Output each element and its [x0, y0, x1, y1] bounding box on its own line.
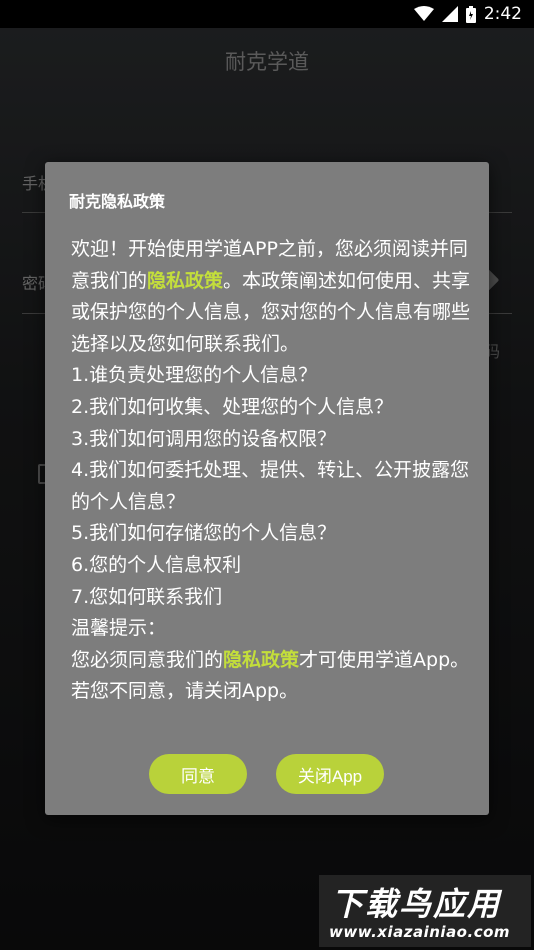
- dialog-title: 耐克隐私政策: [69, 192, 166, 211]
- intro-paragraph: 欢迎！开始使用学道APP之前，您必须阅读并同意我们的隐私政策。本政策阐述如何使用…: [71, 234, 471, 360]
- tip-label: 温馨提示：: [71, 617, 167, 640]
- list-item: 1.谁负责处理您的个人信息？: [71, 364, 318, 387]
- privacy-policy-link[interactable]: 隐私政策: [147, 270, 223, 292]
- signal-icon: [441, 6, 458, 22]
- privacy-dialog: 耐克隐私政策 欢迎！开始使用学道APP之前，您必须阅读并同意我们的隐私政策。本政…: [45, 162, 489, 815]
- tip-paragraph: 您必须同意我们的隐私政策才可使用学道App。若您不同意，请关闭App。: [71, 645, 471, 708]
- list-item: 5.我们如何存储您的个人信息？: [71, 522, 337, 545]
- list-item: 2.我们如何收集、处理您的个人信息？: [71, 395, 394, 418]
- status-time: 2:42: [483, 4, 522, 24]
- close-app-button[interactable]: 关闭App: [276, 754, 384, 794]
- agree-button[interactable]: 同意: [149, 754, 247, 794]
- list-item: 7.您如何联系我们: [71, 585, 223, 608]
- watermark-title: 下载鸟应用: [331, 885, 502, 923]
- watermark-url: www.xiazainiao.com: [329, 923, 511, 941]
- list-item: 3.我们如何调用您的设备权限？: [71, 427, 337, 450]
- privacy-policy-link-2[interactable]: 隐私政策: [223, 649, 299, 671]
- tip-text: 您必须同意我们的: [71, 648, 224, 671]
- watermark-logo: 下载鸟应用 www.xiazainiao.com: [319, 875, 531, 947]
- dialog-body: 欢迎！开始使用学道APP之前，您必须阅读并同意我们的隐私政策。本政策阐述如何使用…: [71, 234, 471, 708]
- wifi-icon: [413, 6, 434, 22]
- list-item: 4.我们如何委托处理、提供、转让、公开披露您的个人信息？: [71, 459, 470, 513]
- list-item: 6.您的个人信息权利: [71, 553, 242, 576]
- battery-icon: [465, 5, 476, 23]
- status-bar: 2:42: [0, 0, 534, 28]
